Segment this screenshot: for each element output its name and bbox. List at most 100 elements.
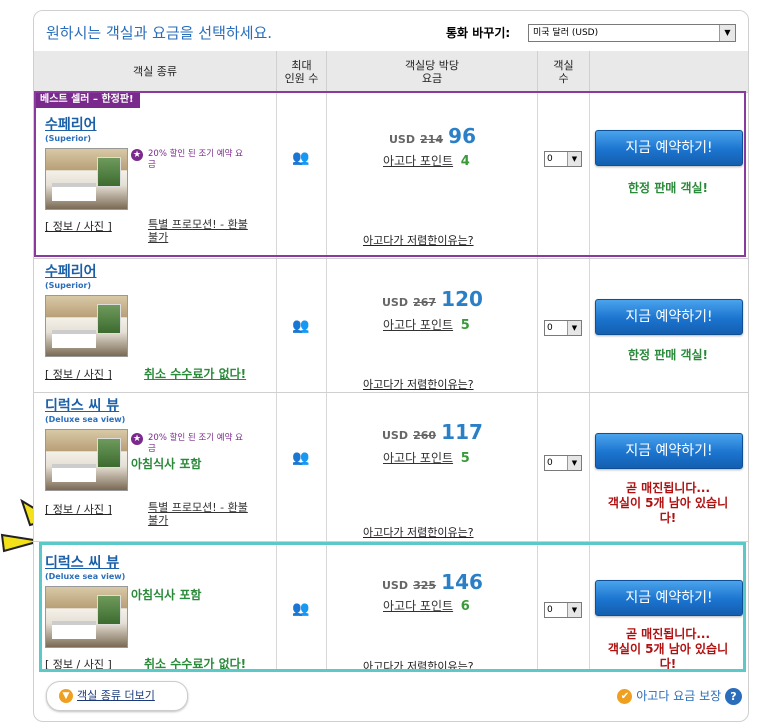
info-photo-link[interactable]: [ 정보 / 사진 ] <box>45 501 112 517</box>
page-title: 원하시는 객실과 요금을 선택하세요. <box>46 24 273 42</box>
room-name-link[interactable]: 수페리어 <box>45 114 97 134</box>
col-rooms: 객실 수 <box>538 51 590 92</box>
promo-text: 20% 할인 된 조기 예약 요 금 <box>148 433 243 454</box>
book-cell: 지금 예약하기! 곧 매진됩니다... 객실이 5개 남아 있습니 다! <box>590 393 748 541</box>
book-cell: 지금 예약하기! 곧 매진됩니다... 객실이 5개 남아 있습니 다! <box>590 542 748 672</box>
price-cell: USD 267 120 아고다 포인트 5 아고다가 저렴한이유는? <box>327 259 538 392</box>
original-price: 260 <box>413 429 437 442</box>
room-photo[interactable] <box>45 586 128 648</box>
more-room-types-label: 객실 종류 더보기 <box>77 689 155 702</box>
room-subtitle: (Superior) <box>45 281 92 290</box>
price-line: USD 214 96 <box>389 124 476 148</box>
price-cell: USD 325 146 아고다 포인트 6 아고다가 저렴한이유는? <box>327 542 538 674</box>
price-currency: USD <box>382 429 408 442</box>
price-line: USD 325 146 <box>382 570 483 594</box>
price-line: USD 267 120 <box>382 287 483 311</box>
price-currency: USD <box>382 296 408 309</box>
room-type-cell: 수페리어 (Superior) [ 정보 / 사진 ] 취소 수수료가 없다! <box>34 259 277 392</box>
guests-cell: 👥 <box>277 92 327 258</box>
original-price: 325 <box>413 579 437 592</box>
panel-footer: ▼ 객실 종류 더보기 ✔ 아고다 요금 보장 ? <box>34 673 748 721</box>
best-seller-badge: 베스트 셀러 – 한정판! <box>34 92 140 108</box>
why-cheap-link[interactable]: 아고다가 저렴한이유는? <box>363 524 474 540</box>
room-row: 디럭스 씨 뷰 (Deluxe sea view) 아침식사 포함 [ 정보 /… <box>34 542 748 674</box>
promo-text: 20% 할인 된 조기 예약 요 금 <box>148 149 243 170</box>
why-cheap-link[interactable]: 아고다가 저렴한이유는? <box>363 232 474 248</box>
price-currency: USD <box>389 133 415 146</box>
book-cell: 지금 예약하기! 한정 판매 객실! <box>590 259 748 392</box>
room-name-link[interactable]: 디럭스 씨 뷰 <box>45 552 119 572</box>
agoda-points[interactable]: 아고다 포인트 4 <box>383 152 470 169</box>
room-name-link[interactable]: 수페리어 <box>45 261 97 281</box>
room-row: 디럭스 씨 뷰 (Deluxe sea view) ★ 20% 할인 된 조기 … <box>34 393 748 542</box>
room-subtitle: (Deluxe sea view) <box>45 572 126 581</box>
info-photo-link[interactable]: [ 정보 / 사진 ] <box>45 218 112 234</box>
book-cell: 지금 예약하기! 한정 판매 객실! <box>590 92 748 258</box>
agoda-points[interactable]: 아고다 포인트 6 <box>383 597 470 614</box>
agoda-points[interactable]: 아고다 포인트 5 <box>383 316 470 333</box>
more-room-types-button[interactable]: ▼ 객실 종류 더보기 <box>46 681 188 711</box>
free-cancel-link[interactable]: 취소 수수료가 없다! <box>144 365 246 382</box>
price-currency: USD <box>382 579 408 592</box>
col-max-guests: 최대 인원 수 <box>277 51 327 92</box>
chevron-down-icon: ▼ <box>567 321 581 335</box>
col-book <box>590 51 748 92</box>
room-type-cell: 디럭스 씨 뷰 (Deluxe sea view) 아침식사 포함 [ 정보 /… <box>34 542 277 672</box>
selling-out-warning: 곧 매진됩니다... 객실이 5개 남아 있습니 다! <box>607 481 729 525</box>
room-type-cell: 디럭스 씨 뷰 (Deluxe sea view) ★ 20% 할인 된 조기 … <box>34 393 277 541</box>
room-photo[interactable] <box>45 295 128 357</box>
book-now-button[interactable]: 지금 예약하기! <box>595 580 743 616</box>
info-photo-link[interactable]: [ 정보 / 사진 ] <box>45 656 112 672</box>
room-qty-select[interactable]: 0 ▼ <box>544 602 582 618</box>
limited-availability-text: 한정 판매 객실! <box>627 181 709 195</box>
original-price: 267 <box>413 296 437 309</box>
qty-cell: 0 ▼ <box>538 259 590 392</box>
two-guests-icon: 👥 <box>292 601 309 617</box>
book-now-button[interactable]: 지금 예약하기! <box>595 433 743 469</box>
agoda-points[interactable]: 아고다 포인트 5 <box>383 449 470 466</box>
book-now-button[interactable]: 지금 예약하기! <box>595 130 743 166</box>
qty-cell: 0 ▼ <box>538 542 590 672</box>
room-qty-select[interactable]: 0 ▼ <box>544 320 582 336</box>
room-row: 베스트 셀러 – 한정판! 수페리어 (Superior) ★ 20% 할인 된… <box>34 92 748 259</box>
chevron-down-icon: ▼ <box>567 456 581 470</box>
room-type-cell: 베스트 셀러 – 한정판! 수페리어 (Superior) ★ 20% 할인 된… <box>34 92 277 258</box>
currency-select-value: 미국 달러 (USD) <box>533 28 599 38</box>
panel-header: 원하시는 객실과 요금을 선택하세요. 통화 바꾸기: 미국 달러 (USD) … <box>34 11 748 51</box>
price-cell: USD 260 117 아고다 포인트 5 아고다가 저렴한이유는? <box>327 393 538 541</box>
room-photo[interactable] <box>45 429 128 491</box>
guests-cell: 👥 <box>277 542 327 672</box>
free-cancel-link[interactable]: 취소 수수료가 없다! <box>144 655 246 672</box>
info-photo-link[interactable]: [ 정보 / 사진 ] <box>45 366 112 382</box>
chevron-down-icon: ▼ <box>59 689 73 703</box>
why-cheap-link[interactable]: 아고다가 저렴한이유는? <box>363 376 474 392</box>
column-headers: 객실 종류 최대 인원 수 객실당 박당 요금 객실 수 <box>34 51 748 93</box>
guests-cell: 👥 <box>277 259 327 392</box>
room-subtitle: (Superior) <box>45 134 92 143</box>
help-icon[interactable]: ? <box>725 688 742 705</box>
room-name-link[interactable]: 디럭스 씨 뷰 <box>45 395 119 415</box>
room-qty-select[interactable]: 0 ▼ <box>544 455 582 471</box>
special-promo-link[interactable]: 특별 프로모션! - 환불 불가 <box>148 218 248 244</box>
special-promo-link[interactable]: 특별 프로모션! - 환불 불가 <box>148 501 248 527</box>
currency-select[interactable]: 미국 달러 (USD) ▼ <box>528 24 736 42</box>
discount-price: 146 <box>441 570 483 594</box>
room-photo[interactable] <box>45 148 128 210</box>
discount-price: 96 <box>448 124 476 148</box>
two-guests-icon: 👥 <box>292 150 309 166</box>
price-guarantee: ✔ 아고다 요금 보장 ? <box>617 687 742 705</box>
two-guests-icon: 👥 <box>292 450 309 466</box>
room-selection-panel: 원하시는 객실과 요금을 선택하세요. 통화 바꾸기: 미국 달러 (USD) … <box>33 10 749 722</box>
col-room-type: 객실 종류 <box>34 51 277 92</box>
limited-availability-text: 한정 판매 객실! <box>627 348 709 362</box>
col-price: 객실당 박당 요금 <box>327 51 538 92</box>
room-row: 수페리어 (Superior) [ 정보 / 사진 ] 취소 수수료가 없다! … <box>34 259 748 393</box>
check-badge-icon: ✔ <box>617 689 633 704</box>
book-now-button[interactable]: 지금 예약하기! <box>595 299 743 335</box>
two-guests-icon: 👥 <box>292 318 309 334</box>
why-cheap-link[interactable]: 아고다가 저렴한이유는? <box>363 658 474 674</box>
promo-star-icon: ★ <box>131 433 143 445</box>
room-qty-select[interactable]: 0 ▼ <box>544 151 582 167</box>
original-price: 214 <box>420 133 444 146</box>
chevron-down-icon: ▼ <box>567 152 581 166</box>
